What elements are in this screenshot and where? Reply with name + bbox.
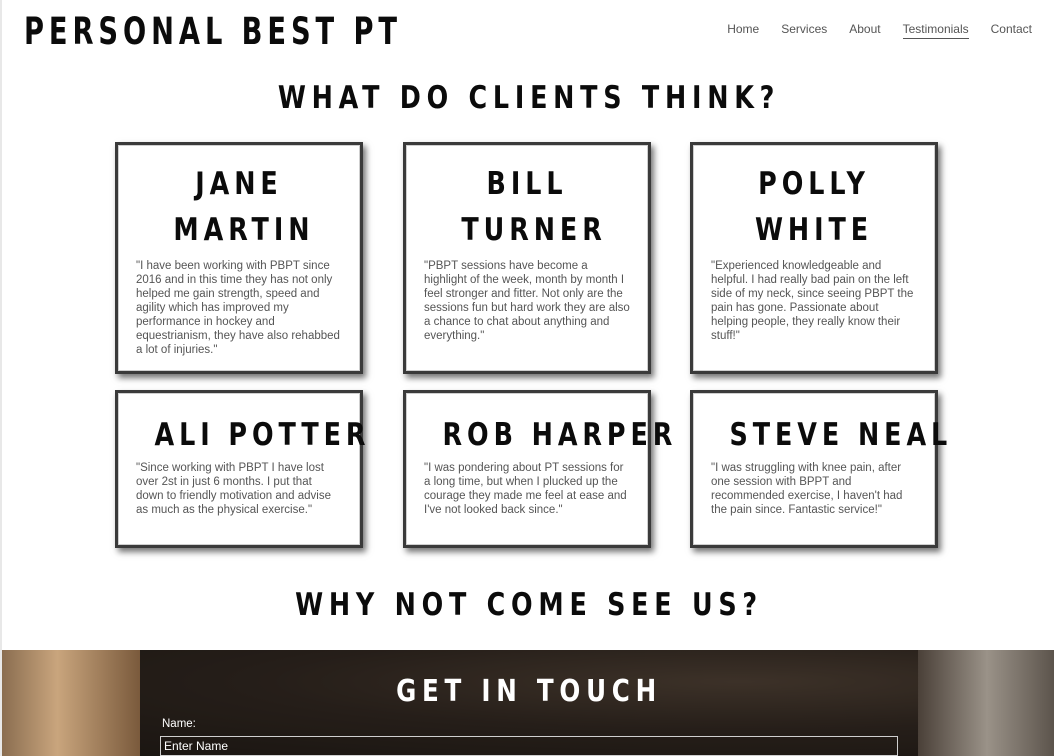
testimonial-card: ROB HARPER "I was pondering about PT ses… bbox=[403, 390, 678, 548]
testimonial-name: JANE MARTIN bbox=[173, 166, 315, 248]
testimonial-card: ALI POTTER "Since working with PBPT I ha… bbox=[115, 390, 371, 548]
nav-testimonials[interactable]: Testimonials bbox=[902, 22, 969, 39]
brand-logo-text[interactable]: PERSONAL BEST PT bbox=[24, 10, 402, 53]
contact-section: GET IN TOUCH Name: bbox=[2, 650, 1054, 756]
testimonial-quote: "I was struggling with knee pain, after … bbox=[711, 462, 903, 516]
testimonial-name: POLLY WHITE bbox=[754, 166, 874, 248]
testimonial-card: BILL TURNER "PBPT sessions have become a… bbox=[403, 142, 651, 374]
testimonial-name: STEVE NEAL bbox=[729, 417, 953, 453]
testimonials-heading: WHAT DO CLIENTS THINK? bbox=[277, 80, 781, 116]
main-nav: Home Services About Testimonials Contact bbox=[727, 22, 1032, 39]
nav-services[interactable]: Services bbox=[781, 22, 827, 39]
testimonial-card: JANE MARTIN "I have been working with PB… bbox=[115, 142, 363, 374]
testimonial-card: STEVE NEAL "I was struggling with knee p… bbox=[690, 390, 953, 548]
nav-contact[interactable]: Contact bbox=[991, 22, 1032, 39]
name-input[interactable] bbox=[160, 736, 898, 756]
testimonial-quote: "I was pondering about PT sessions for a… bbox=[424, 462, 627, 516]
name-label: Name: bbox=[162, 718, 196, 730]
testimonial-quote: "PBPT sessions have become a highlight o… bbox=[424, 260, 630, 342]
nav-home[interactable]: Home bbox=[727, 22, 759, 39]
nav-about[interactable]: About bbox=[849, 22, 880, 39]
page: PERSONAL BEST PT Home Services About Tes… bbox=[0, 0, 1054, 756]
cta-heading: WHY NOT COME SEE US? bbox=[295, 587, 763, 623]
testimonial-card: POLLY WHITE "Experienced knowledgeable a… bbox=[690, 142, 938, 374]
testimonial-quote: "Experienced knowledgeable and helpful. … bbox=[711, 260, 914, 342]
testimonial-quote: "Since working with PBPT I have lost ove… bbox=[136, 462, 331, 516]
contact-title: GET IN TOUCH bbox=[396, 674, 662, 709]
testimonial-name: ALI POTTER bbox=[154, 417, 371, 453]
testimonial-quote: "I have been working with PBPT since 201… bbox=[136, 260, 340, 356]
testimonial-name: BILL TURNER bbox=[461, 166, 607, 248]
testimonial-name: ROB HARPER bbox=[442, 417, 678, 453]
